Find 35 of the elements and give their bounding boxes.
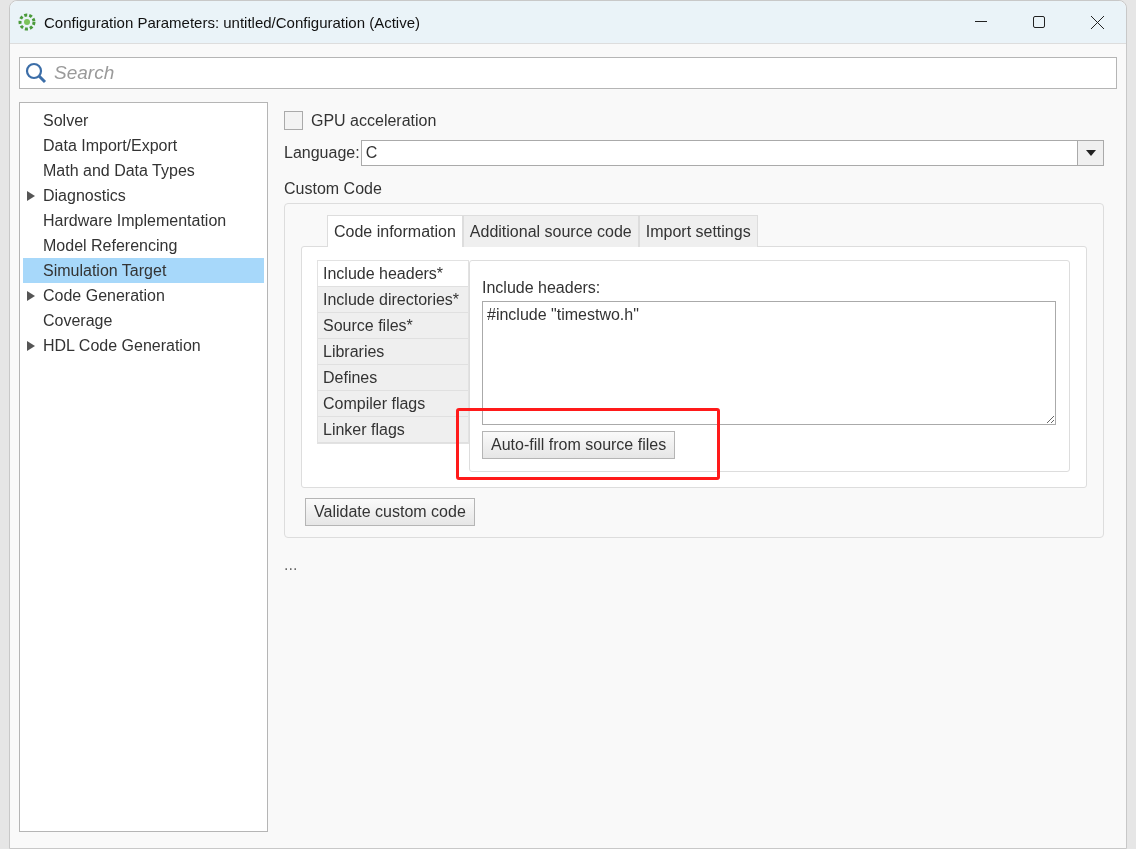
checkbox-label: GPU acceleration: [311, 111, 437, 130]
search-icon: [25, 62, 47, 84]
maximize-icon: [1033, 16, 1045, 28]
section-item[interactable]: Include headers*: [318, 261, 468, 287]
window-title: Configuration Parameters: untitled/Configuration (Active): [44, 13, 422, 31]
checkbox[interactable]: [284, 111, 303, 130]
tree-item[interactable]: HDL Code Generation: [23, 333, 264, 358]
tree-item[interactable]: Model Referencing: [23, 233, 264, 258]
autofill-button[interactable]: Auto-fill from source files: [482, 431, 676, 459]
tab[interactable]: Code information: [327, 215, 463, 247]
expand-icon[interactable]: [27, 340, 35, 351]
language-dropdown[interactable]: C: [360, 140, 1104, 166]
tree-item[interactable]: Simulation Target: [23, 258, 264, 283]
minimize-icon: [975, 21, 987, 23]
tab[interactable]: Import settings: [638, 215, 758, 247]
gear-icon: [18, 13, 36, 31]
expand-icon[interactable]: [27, 190, 35, 201]
tree-item[interactable]: Coverage: [23, 308, 264, 333]
close-icon: [1090, 15, 1104, 29]
validate-button[interactable]: Validate custom code: [305, 498, 475, 526]
search-field[interactable]: Search: [19, 57, 1117, 89]
dropdown-caret-icon[interactable]: [1077, 141, 1103, 165]
language-label: Language:: [284, 144, 360, 162]
tree-item[interactable]: Data Import/Export: [23, 133, 264, 158]
section-title: Custom Code: [284, 180, 383, 198]
field-label: Include headers:: [482, 279, 602, 297]
more-text: ...: [284, 556, 299, 574]
tree-item[interactable]: Code Generation: [23, 283, 264, 308]
expand-icon[interactable]: [27, 290, 35, 301]
tree-item[interactable]: Solver: [23, 108, 264, 133]
tree-item[interactable]: Diagnostics: [23, 183, 264, 208]
tree-item[interactable]: Math and Data Types: [23, 158, 264, 183]
headers-field[interactable]: #include "timestwo.h": [482, 301, 1056, 425]
tab[interactable]: Additional source code: [462, 215, 639, 247]
tree-item[interactable]: Hardware Implementation: [23, 208, 264, 233]
